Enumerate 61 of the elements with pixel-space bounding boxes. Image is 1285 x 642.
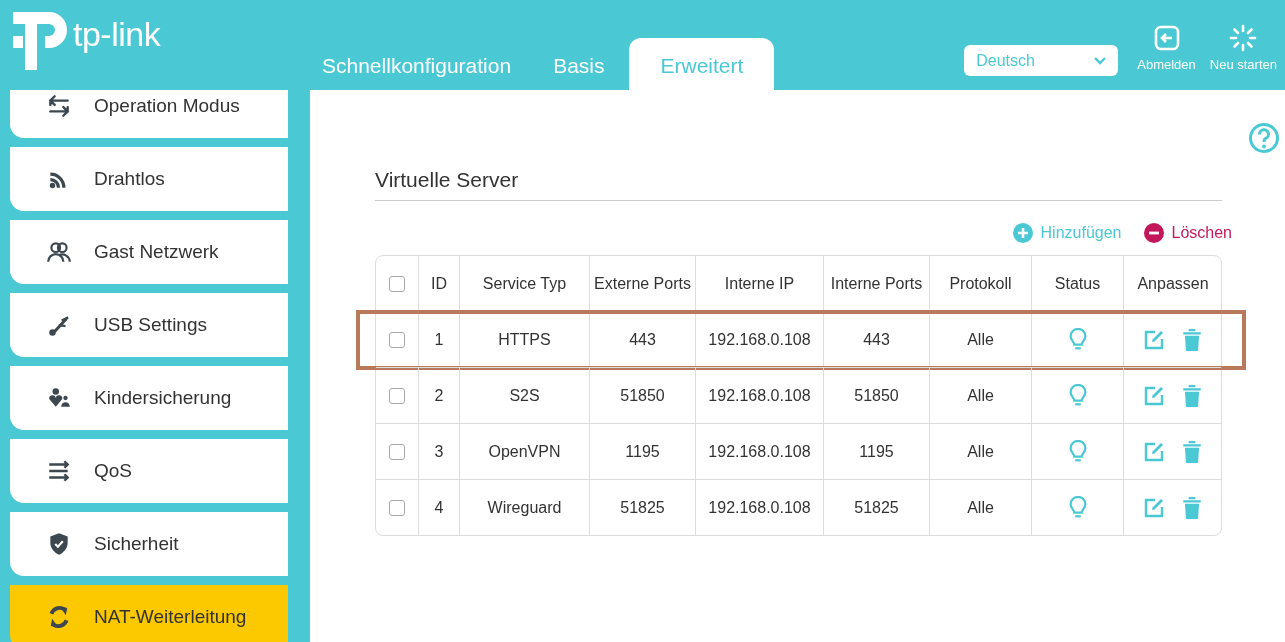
checkbox[interactable] xyxy=(389,443,405,460)
table-cell: 51825 xyxy=(589,480,695,535)
table-cell: 192.168.0.108 xyxy=(695,312,823,367)
column-header: Protokoll xyxy=(929,256,1031,311)
table-cell: OpenVPN xyxy=(459,424,589,479)
sidebar-item[interactable]: Gast Netzwerk xyxy=(10,220,288,284)
table-cell: S2S xyxy=(459,368,589,423)
arrows-icon xyxy=(46,458,72,484)
trash-icon[interactable] xyxy=(1181,439,1203,464)
column-header: Service Typ xyxy=(459,256,589,311)
table-cell: 443 xyxy=(589,312,695,367)
table-cell: 51825 xyxy=(823,480,929,535)
trash-icon[interactable] xyxy=(1181,327,1203,352)
checkbox[interactable] xyxy=(389,387,405,404)
table-cell: Alle xyxy=(929,424,1031,479)
sidebar-item[interactable]: Drahtlos xyxy=(10,147,288,211)
swap-arrows-icon xyxy=(46,93,72,119)
table-cell: 443 xyxy=(823,312,929,367)
table-cell: 1195 xyxy=(823,424,929,479)
sidebar-item[interactable]: USB Settings xyxy=(10,293,288,357)
column-header: ID xyxy=(418,256,459,311)
trash-icon[interactable] xyxy=(1181,383,1203,408)
table-cell: 51850 xyxy=(589,368,695,423)
column-header: Externe Ports xyxy=(589,256,695,311)
column-header: Interne Ports xyxy=(823,256,929,311)
table-cell: 3 xyxy=(418,424,459,479)
help-icon[interactable] xyxy=(1248,122,1280,154)
sidebar-item[interactable]: Kindersicherung xyxy=(10,366,288,430)
table-cell: 192.168.0.108 xyxy=(695,480,823,535)
sidebar-item[interactable]: Sicherheit xyxy=(10,512,288,576)
delete-button[interactable]: Löschen xyxy=(1143,223,1232,243)
column-header: Anpassen xyxy=(1123,256,1222,311)
table-cell: 1 xyxy=(418,312,459,367)
column-header: Interne IP xyxy=(695,256,823,311)
chevron-icon xyxy=(1094,56,1107,65)
table-cell: 4 xyxy=(418,480,459,535)
loading-icon xyxy=(1229,24,1258,52)
minus-icon xyxy=(1143,223,1164,243)
table-cell: 2 xyxy=(418,368,459,423)
table-cell: Alle xyxy=(929,480,1031,535)
plus-icon xyxy=(1012,223,1033,243)
sidebar-item[interactable]: QoS xyxy=(10,439,288,503)
table-cell: Alle xyxy=(929,312,1031,367)
table-cell: Wireguard xyxy=(459,480,589,535)
table-cell: 51850 xyxy=(823,368,929,423)
checkbox[interactable] xyxy=(389,275,405,292)
people-icon xyxy=(46,239,72,265)
table-cell: Alle xyxy=(929,368,1031,423)
table-cell: 1195 xyxy=(589,424,695,479)
trash-icon[interactable] xyxy=(1181,495,1203,520)
logo-text: tp-link xyxy=(73,14,161,54)
sidebar-item[interactable]: Operation Modus xyxy=(10,90,288,138)
section-title: Virtuelle Server xyxy=(375,168,1222,201)
table-cell: 192.168.0.108 xyxy=(695,424,823,479)
sidebar-item[interactable]: NAT-Weiterleitung xyxy=(10,585,288,642)
table-cell: 192.168.0.108 xyxy=(695,368,823,423)
table-cell: HTTPS xyxy=(459,312,589,367)
column-header: Status xyxy=(1031,256,1123,311)
checkbox[interactable] xyxy=(389,499,405,516)
checkbox[interactable] xyxy=(389,331,405,348)
logout-icon xyxy=(1152,24,1181,52)
